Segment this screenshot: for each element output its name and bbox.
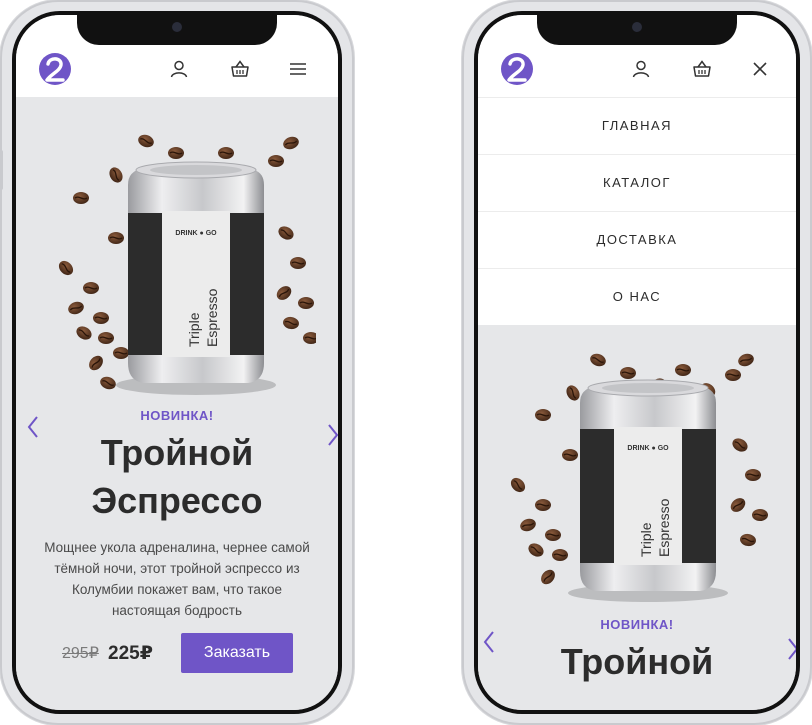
phone-notch <box>537 15 737 45</box>
hero-slide: DRINK ● GO Triple Espresso НОВИНКА! Трой… <box>16 97 338 710</box>
hamburger-icon[interactable] <box>288 59 308 79</box>
product-image: DRINK ● GO Triple Espresso <box>488 345 769 605</box>
can-brand-text: DRINK ● GO <box>175 230 217 237</box>
product-image: DRINK ● GO Triple Espresso <box>36 123 320 403</box>
camera-dot <box>632 22 642 32</box>
menu-item-about[interactable]: О НАС <box>478 268 796 325</box>
logo-icon[interactable] <box>38 52 72 86</box>
old-price: 295₽ <box>62 645 99 662</box>
user-icon[interactable] <box>631 59 651 79</box>
new-badge: НОВИНКА! <box>140 408 214 423</box>
nav-menu: ГЛАВНАЯ КАТАЛОГ ДОСТАВКА О НАС <box>478 97 796 325</box>
can-label-line2: Espresso <box>204 288 220 347</box>
product-description: Мощнее укола адреналина, чернее самой тё… <box>44 540 310 618</box>
phone-mockup-menu-open: ГЛАВНАЯ КАТАЛОГ ДОСТАВКА О НАС DRINK ● G… <box>462 0 812 725</box>
phone-mockup-home: DRINK ● GO Triple Espresso НОВИНКА! Трой… <box>0 0 354 725</box>
product-title-line2: Эспрессо <box>91 480 263 521</box>
basket-icon[interactable] <box>230 59 250 79</box>
new-badge: НОВИНКА! <box>600 617 674 632</box>
phone-display: DRINK ● GO Triple Espresso НОВИНКА! Трой… <box>16 15 338 710</box>
phone-screen: DRINK ● GO Triple Espresso НОВИНКА! Трой… <box>12 11 342 714</box>
camera-dot <box>172 22 182 32</box>
new-price: 225₽ <box>108 643 153 664</box>
can-brand-text: DRINK ● GO <box>627 445 669 452</box>
can-label-line1: Triple <box>638 522 654 557</box>
can-label-line1: Triple <box>186 312 202 347</box>
user-icon[interactable] <box>169 59 189 79</box>
menu-item-catalog[interactable]: КАТАЛОГ <box>478 154 796 211</box>
close-icon[interactable] <box>750 59 770 79</box>
basket-icon[interactable] <box>692 59 712 79</box>
phone-screen: ГЛАВНАЯ КАТАЛОГ ДОСТАВКА О НАС DRINK ● G… <box>474 11 800 714</box>
phone-display: ГЛАВНАЯ КАТАЛОГ ДОСТАВКА О НАС DRINK ● G… <box>478 15 796 710</box>
menu-item-delivery[interactable]: ДОСТАВКА <box>478 211 796 268</box>
logo-icon[interactable] <box>500 52 534 86</box>
coffee-can-illustration: DRINK ● GO Triple Espresso <box>55 131 320 395</box>
can-label-line2: Espresso <box>656 498 672 557</box>
order-button[interactable]: Заказать <box>181 633 293 673</box>
product-title-line1: Тройной <box>560 641 714 682</box>
menu-item-home[interactable]: ГЛАВНАЯ <box>478 97 796 154</box>
coffee-can-illustration: DRINK ● GO Triple Espresso <box>507 350 769 602</box>
phone-notch <box>77 15 277 45</box>
hero-slide: DRINK ● GO Triple Espresso НОВИНКА! Трой… <box>478 325 796 710</box>
phone-side-button <box>0 150 3 190</box>
product-title-line1: Тройной <box>100 432 254 473</box>
